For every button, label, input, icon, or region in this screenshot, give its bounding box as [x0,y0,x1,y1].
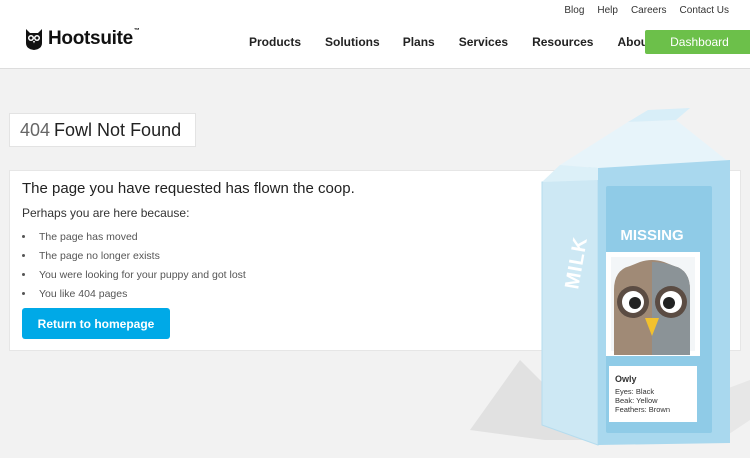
util-link-blog[interactable]: Blog [564,5,584,16]
error-title: 404 Fowl Not Found [9,113,196,147]
nav-solutions[interactable]: Solutions [325,35,380,49]
utility-nav: Blog Help Careers Contact Us [564,5,729,16]
error-code: 404 [20,119,51,140]
error-subheading: Perhaps you are here because: [22,206,190,220]
brand-name: Hootsuite™ [48,28,140,49]
owl-beak: Beak: Yellow [615,396,658,405]
owl-name: Owly [615,374,637,384]
list-item: You were looking for your puppy and got … [22,265,246,284]
nav-products[interactable]: Products [249,35,301,49]
util-link-contact-us[interactable]: Contact Us [680,5,729,16]
error-title-text: Fowl Not Found [54,119,182,140]
util-link-careers[interactable]: Careers [631,5,667,16]
list-item: You like 404 pages [22,284,246,303]
list-item: The page has moved [22,227,246,246]
bullet-icon [22,254,25,257]
error-heading: The page you have requested has flown th… [22,180,355,197]
owl-logo-icon [26,29,42,50]
dashboard-button[interactable]: Dashboard [645,30,750,54]
bullet-icon [22,292,25,295]
nav-resources[interactable]: Resources [532,35,593,49]
error-card: The page you have requested has flown th… [9,170,741,351]
bullet-icon [22,273,25,276]
nav-services[interactable]: Services [459,35,508,49]
return-home-button[interactable]: Return to homepage [22,308,170,339]
owl-feathers: Feathers: Brown [615,405,670,414]
bullet-icon [22,235,25,238]
owl-eyes: Eyes: Black [615,387,654,396]
list-item: The page no longer exists [22,246,246,265]
reasons-list: The page has moved The page no longer ex… [22,227,246,303]
hootsuite-logo[interactable]: Hootsuite™ [24,27,140,51]
site-header: Hootsuite™ Blog Help Careers Contact Us … [0,0,750,69]
nav-plans[interactable]: Plans [403,35,435,49]
main-nav: Products Solutions Plans Services Resour… [249,35,671,49]
util-link-help[interactable]: Help [597,5,618,16]
